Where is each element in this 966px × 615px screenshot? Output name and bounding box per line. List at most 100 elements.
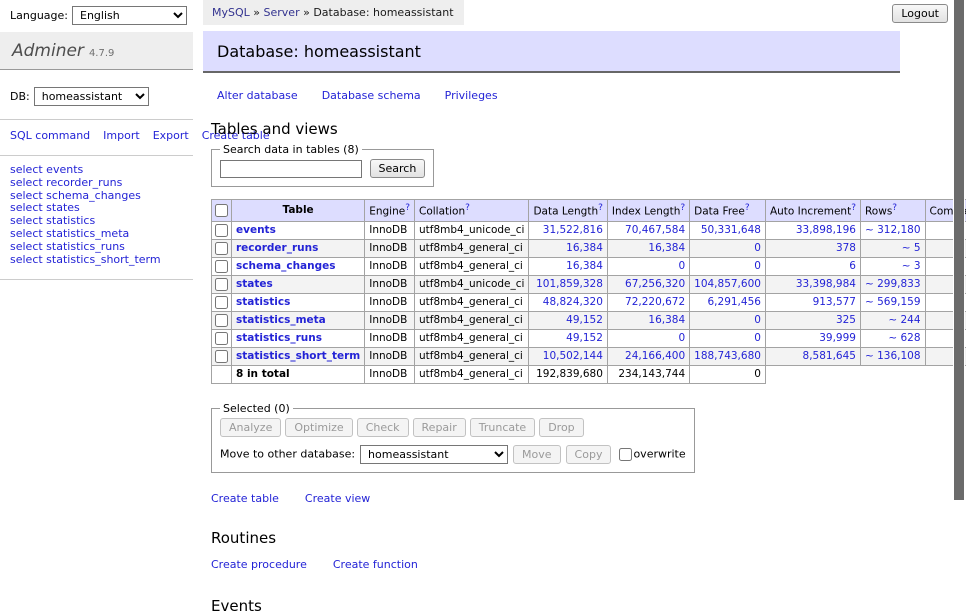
- bulk-check-button[interactable]: Check: [357, 418, 409, 437]
- row-checkbox[interactable]: [215, 260, 228, 273]
- collation-cell: utf8mb4_general_ci: [415, 293, 529, 311]
- sidebar-action-export[interactable]: Export: [153, 129, 189, 142]
- table-link-states[interactable]: states: [236, 278, 273, 290]
- link-database-schema[interactable]: Database schema: [322, 89, 421, 102]
- data-free-link[interactable]: 0: [754, 242, 761, 254]
- index-length-link[interactable]: 67,256,320: [625, 278, 685, 290]
- bulk-analyze-button[interactable]: Analyze: [220, 418, 281, 437]
- rows-link[interactable]: ~ 136,108: [865, 350, 921, 362]
- row-checkbox[interactable]: [215, 224, 228, 237]
- link-create-procedure[interactable]: Create procedure: [211, 558, 307, 571]
- data-length-link[interactable]: 49,152: [566, 332, 603, 344]
- data-free-link[interactable]: 0: [754, 332, 761, 344]
- index-length-link[interactable]: 0: [678, 332, 685, 344]
- search-button[interactable]: Search: [370, 159, 426, 178]
- bulk-repair-button[interactable]: Repair: [413, 418, 466, 437]
- link-create-function[interactable]: Create function: [333, 558, 418, 571]
- data-free-link[interactable]: 0: [754, 260, 761, 272]
- auto-increment-link[interactable]: 33,898,196: [796, 224, 856, 236]
- link-privileges[interactable]: Privileges: [445, 89, 498, 102]
- index-length-link[interactable]: 24,166,400: [625, 350, 685, 362]
- sidebar-select-statistics-short-term[interactable]: select statistics_short_term: [10, 254, 183, 267]
- rows-link[interactable]: ~ 5: [902, 242, 921, 254]
- language-label: Language:: [10, 9, 68, 22]
- data-length-link[interactable]: 49,152: [566, 314, 603, 326]
- help-link[interactable]: ?: [745, 203, 750, 213]
- breadcrumb-mysql[interactable]: MySQL: [212, 6, 250, 19]
- select-all-checkbox[interactable]: [215, 204, 228, 217]
- move-db-select[interactable]: homeassistant: [360, 445, 508, 464]
- language-select[interactable]: English: [72, 6, 187, 25]
- auto-increment-link[interactable]: 33,398,984: [796, 278, 856, 290]
- copy-button[interactable]: Copy: [566, 445, 612, 464]
- table-link-statistics-runs[interactable]: statistics_runs: [236, 332, 322, 344]
- help-link[interactable]: ?: [680, 203, 685, 213]
- link-create-table[interactable]: Create table: [211, 492, 279, 505]
- breadcrumb-server[interactable]: Server: [264, 6, 300, 19]
- sidebar-select-statistics-runs[interactable]: select statistics_runs: [10, 241, 183, 254]
- table-link-statistics-short-term[interactable]: statistics_short_term: [236, 350, 360, 362]
- scrollbar-thumb[interactable]: [954, 0, 964, 500]
- row-checkbox[interactable]: [215, 242, 228, 255]
- rows-link[interactable]: ~ 312,180: [865, 224, 921, 236]
- help-link[interactable]: ?: [851, 203, 856, 213]
- data-length-link[interactable]: 101,859,328: [536, 278, 603, 290]
- data-length-link[interactable]: 16,384: [566, 260, 603, 272]
- help-link[interactable]: ?: [598, 203, 603, 213]
- data-free-link[interactable]: 0: [754, 314, 761, 326]
- bulk-drop-button[interactable]: Drop: [539, 418, 583, 437]
- table-link-statistics-meta[interactable]: statistics_meta: [236, 314, 326, 326]
- link-alter-database[interactable]: Alter database: [217, 89, 298, 102]
- rows-link[interactable]: ~ 569,159: [865, 296, 921, 308]
- rows-link[interactable]: ~ 3: [902, 260, 921, 272]
- auto-increment-link[interactable]: 6: [849, 260, 856, 272]
- rows-link[interactable]: ~ 628: [888, 332, 920, 344]
- auto-increment-link[interactable]: 39,999: [819, 332, 856, 344]
- db-select[interactable]: homeassistant: [34, 87, 149, 106]
- row-checkbox[interactable]: [215, 314, 228, 327]
- help-link[interactable]: ?: [465, 203, 470, 213]
- index-length-link[interactable]: 16,384: [648, 314, 685, 326]
- sidebar-action-sql-command[interactable]: SQL command: [10, 129, 90, 142]
- auto-increment-link[interactable]: 378: [836, 242, 856, 254]
- table-link-statistics[interactable]: statistics: [236, 296, 290, 308]
- overwrite-checkbox[interactable]: [619, 448, 632, 461]
- row-checkbox[interactable]: [215, 350, 228, 363]
- app-name[interactable]: Adminer: [12, 41, 84, 61]
- index-length-link[interactable]: 72,220,672: [625, 296, 685, 308]
- row-checkbox[interactable]: [215, 278, 228, 291]
- auto-increment-link[interactable]: 913,577: [813, 296, 856, 308]
- data-free-link[interactable]: 6,291,456: [708, 296, 761, 308]
- search-input[interactable]: [220, 160, 362, 178]
- sidebar-select-events[interactable]: select events: [10, 164, 183, 177]
- index-length-link[interactable]: 16,384: [648, 242, 685, 254]
- index-length-link[interactable]: 70,467,584: [625, 224, 685, 236]
- data-free-link[interactable]: 104,857,600: [694, 278, 761, 290]
- table-link-recorder-runs[interactable]: recorder_runs: [236, 242, 318, 254]
- row-checkbox[interactable]: [215, 296, 228, 309]
- data-free-link[interactable]: 50,331,648: [701, 224, 761, 236]
- rows-link[interactable]: ~ 244: [888, 314, 920, 326]
- sidebar-select-recorder-runs[interactable]: select recorder_runs: [10, 177, 183, 190]
- bulk-optimize-button[interactable]: Optimize: [285, 418, 352, 437]
- help-link[interactable]: ?: [892, 203, 897, 213]
- scrollbar-track[interactable]: [953, 0, 965, 543]
- help-link[interactable]: ?: [405, 203, 410, 213]
- data-length-link[interactable]: 16,384: [566, 242, 603, 254]
- auto-increment-link[interactable]: 325: [836, 314, 856, 326]
- index-length-link[interactable]: 0: [678, 260, 685, 272]
- data-free-link[interactable]: 188,743,680: [694, 350, 761, 362]
- auto-increment-link[interactable]: 8,581,645: [803, 350, 856, 362]
- table-link-schema-changes[interactable]: schema_changes: [236, 260, 336, 272]
- row-checkbox[interactable]: [215, 332, 228, 345]
- bulk-truncate-button[interactable]: Truncate: [470, 418, 535, 437]
- table-link-events[interactable]: events: [236, 224, 276, 236]
- link-create-view[interactable]: Create view: [305, 492, 370, 505]
- data-length-link[interactable]: 48,824,320: [543, 296, 603, 308]
- data-length-link[interactable]: 31,522,816: [543, 224, 603, 236]
- sidebar-select-statistics-meta[interactable]: select statistics_meta: [10, 228, 183, 241]
- sidebar-action-import[interactable]: Import: [103, 129, 140, 142]
- rows-link[interactable]: ~ 299,833: [865, 278, 921, 290]
- move-button[interactable]: Move: [513, 445, 561, 464]
- data-length-link[interactable]: 10,502,144: [543, 350, 603, 362]
